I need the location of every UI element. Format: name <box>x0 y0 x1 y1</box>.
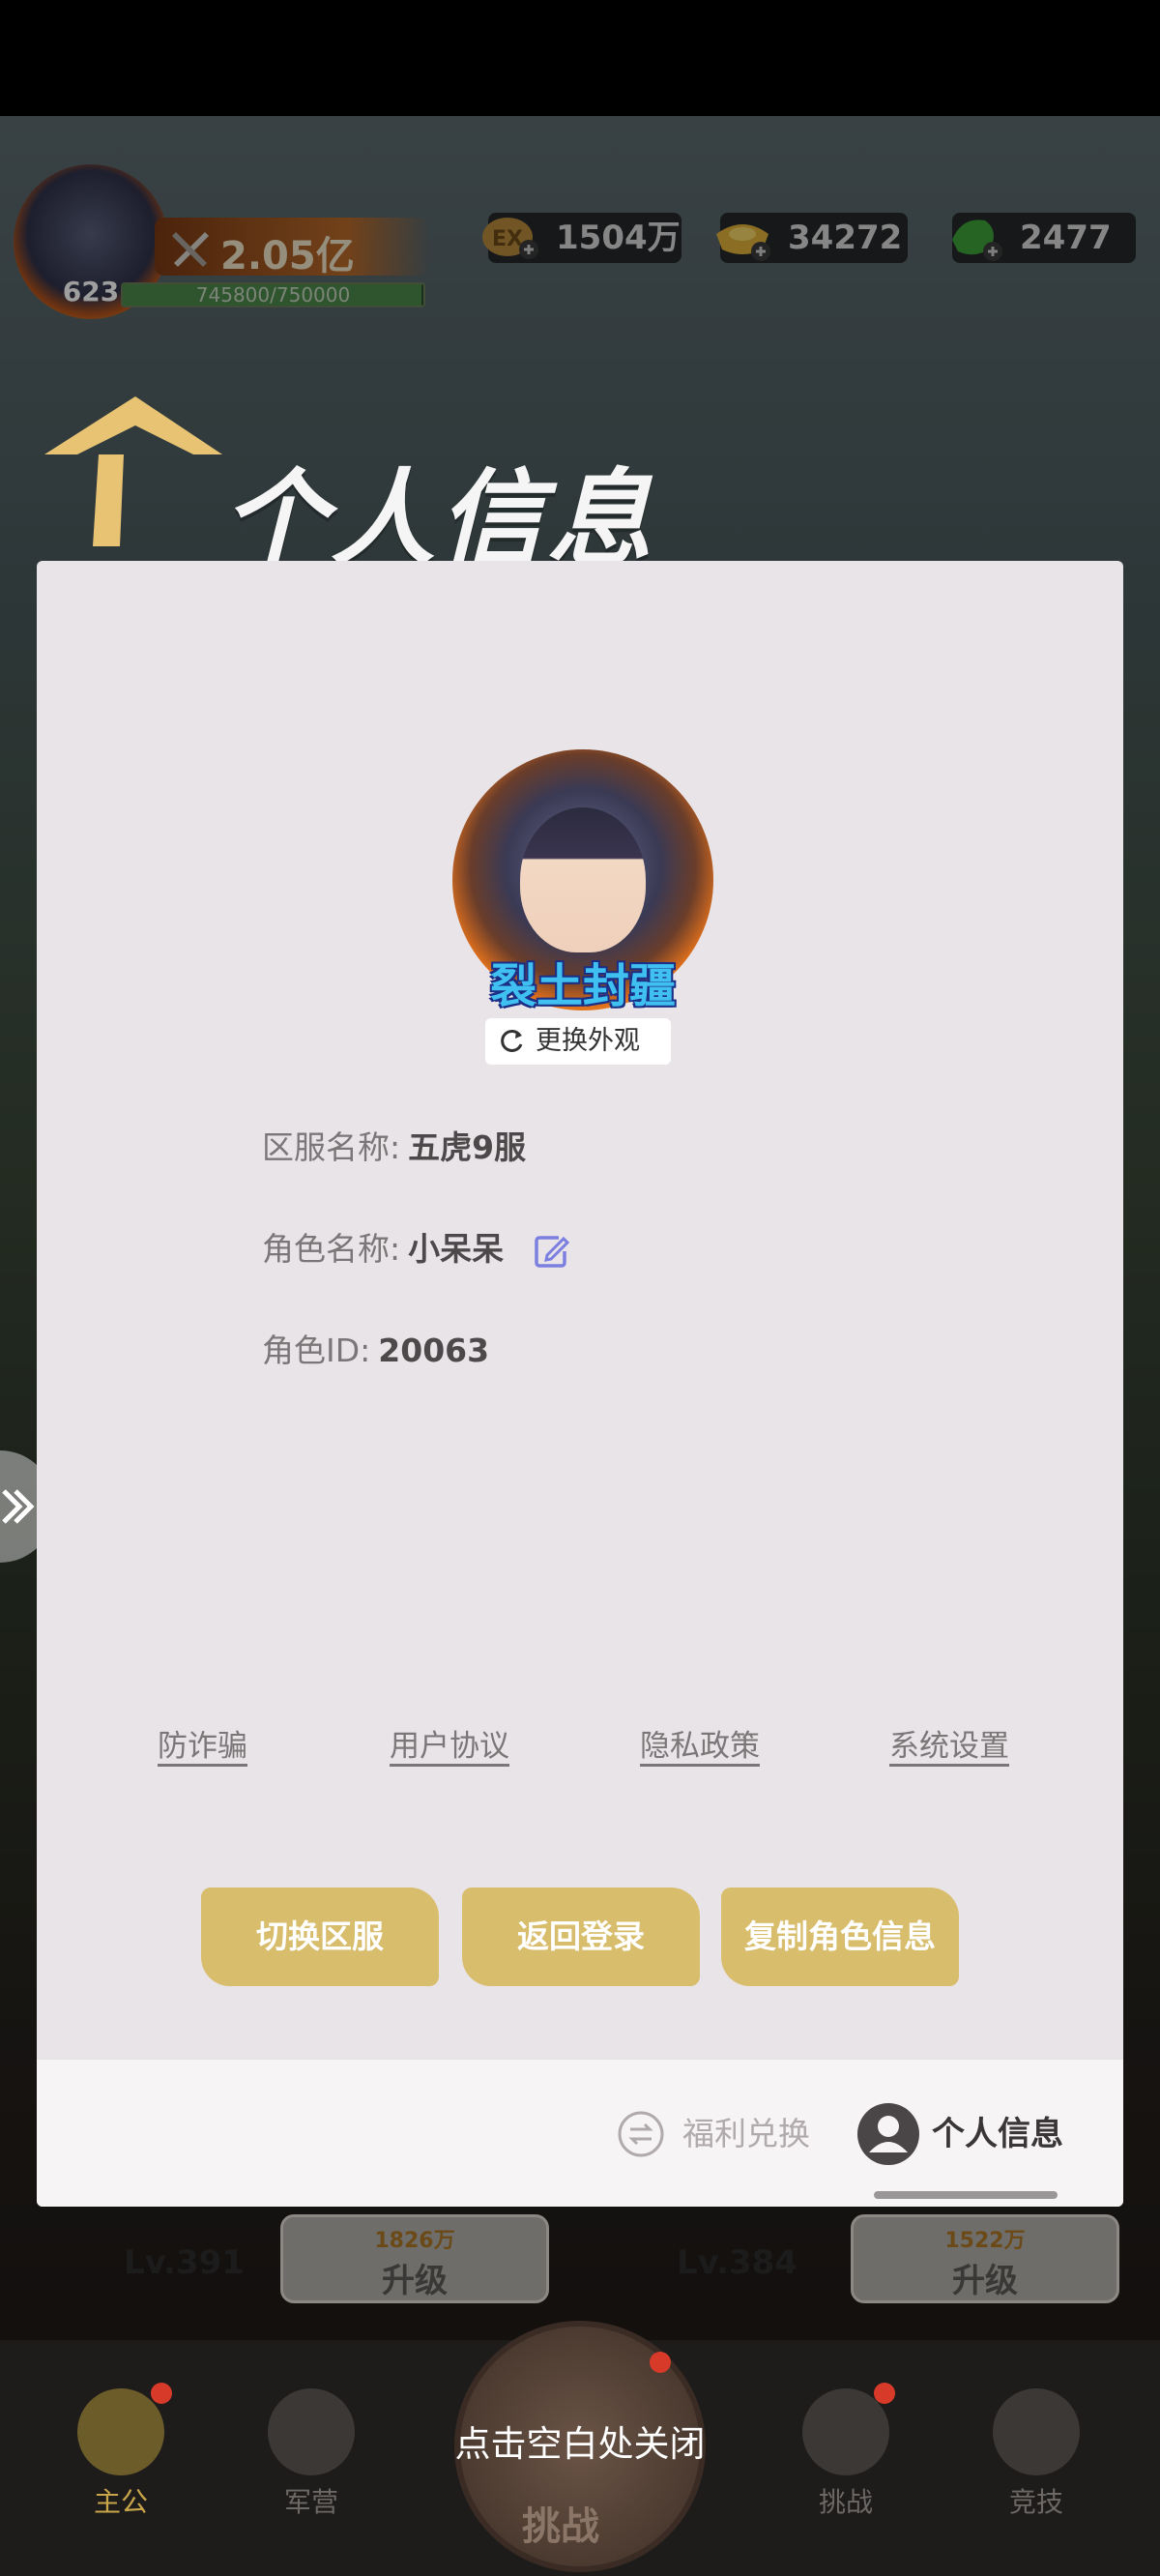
nav-challenge-label: 挑战 <box>818 2486 873 2518</box>
title-decoration-icon <box>44 396 222 546</box>
role-name-row: 角色名称: 小呆呆 <box>262 1225 570 1273</box>
notification-dot <box>151 2383 172 2404</box>
back-to-login-button[interactable]: 返回登录 <box>462 1888 700 1986</box>
tab-welfare-exchange-label: 福利兑换 <box>682 2115 810 2152</box>
edit-icon[interactable] <box>532 1232 570 1271</box>
avatar-character <box>520 807 646 952</box>
tab-personal-info-label: 个人信息 <box>932 2115 1063 2153</box>
exchange-icon <box>618 2111 664 2157</box>
hero-upgrade-label-2: 升级 <box>952 2262 1018 2300</box>
privacy-policy-link[interactable]: 隐私政策 <box>640 1721 760 1765</box>
copy-role-info-button[interactable]: 复制角色信息 <box>721 1888 959 1986</box>
role-id-label: 角色ID: <box>262 1332 371 1369</box>
hero-level-2: Lv.384 <box>677 2243 798 2282</box>
active-tab-indicator <box>874 2191 1058 2199</box>
server-row: 区服名称: 五虎9服 <box>262 1124 526 1172</box>
hero-upgrade-cost-1: 1826万 <box>374 2229 455 2253</box>
anti-fraud-link[interactable]: 防诈骗 <box>158 1721 247 1765</box>
status-bar <box>0 0 1160 116</box>
avatar-title-text: 裂土封疆 <box>489 959 676 1013</box>
server-value: 五虎9服 <box>408 1128 527 1166</box>
server-label: 区服名称: <box>262 1128 401 1166</box>
close-hint[interactable]: 点击空白处关闭 <box>0 2415 1160 2467</box>
switch-server-button[interactable]: 切换区服 <box>201 1888 439 1986</box>
notification-dot <box>874 2383 895 2404</box>
change-appearance-label: 更换外观 <box>536 1026 640 1056</box>
change-appearance-button[interactable]: 更换外观 <box>485 1018 671 1065</box>
role-id-row: 角色ID: 20063 <box>262 1327 489 1375</box>
user-agreement-link[interactable]: 用户协议 <box>390 1721 509 1765</box>
hero-upgrade-cost-2: 1522万 <box>944 2229 1026 2253</box>
hero-upgrade-button-2[interactable]: 1522万 升级 <box>851 2214 1119 2303</box>
challenge-main-label: 挑战 <box>522 2504 599 2549</box>
system-settings-link[interactable]: 系统设置 <box>889 1721 1009 1765</box>
nav-lord-label: 主公 <box>93 2486 148 2518</box>
nav-barracks-label: 军营 <box>283 2486 338 2518</box>
role-id-value: 20063 <box>378 1332 490 1369</box>
hero-level-1: Lv.391 <box>124 2243 245 2282</box>
hero-upgrade-button-1[interactable]: 1826万 升级 <box>280 2214 549 2303</box>
user-icon <box>857 2103 919 2165</box>
nav-arena-label: 竞技 <box>1008 2486 1063 2518</box>
refresh-icon <box>501 1029 523 1052</box>
role-name-value: 小呆呆 <box>408 1230 505 1268</box>
avatar-title-badge: 裂土封疆 <box>450 948 715 1015</box>
role-name-label: 角色名称: <box>262 1230 401 1268</box>
notification-dot <box>650 2352 671 2373</box>
panel-tab-bar: 福利兑换 个人信息 <box>37 2060 1123 2207</box>
hero-upgrade-label-1: 升级 <box>382 2262 448 2300</box>
profile-panel: 裂土封疆 更换外观 区服名称: 五虎9服 角色名称: 小呆呆 角色ID: 20063 … <box>37 561 1123 2207</box>
